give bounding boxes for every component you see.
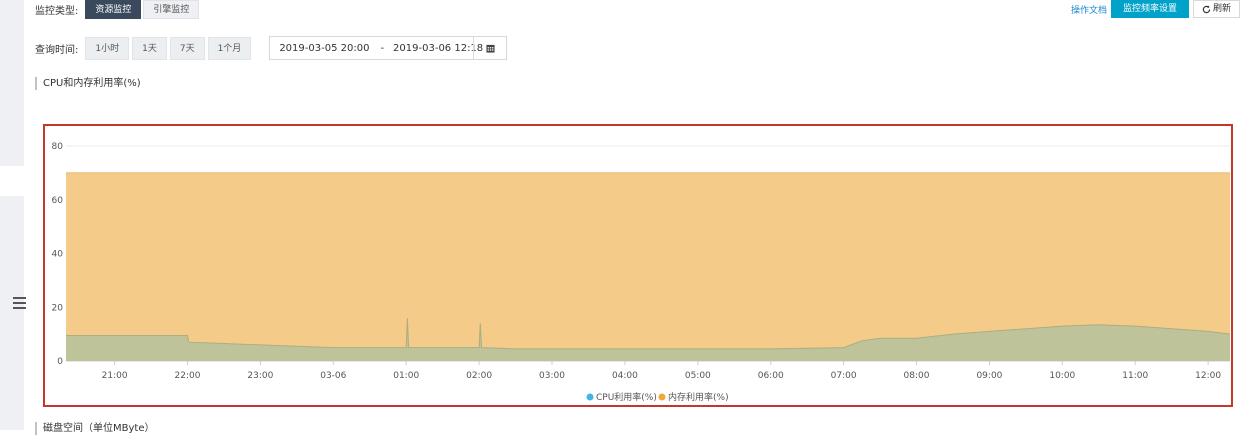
x-tick-label-2: 23:00: [247, 371, 273, 381]
legend-marker-0: [586, 393, 594, 401]
legend-marker-1: [658, 393, 666, 401]
x-tick-label-11: 08:00: [904, 371, 930, 381]
y-tick-label-2: 40: [52, 250, 64, 260]
x-tick-label-12: 09:00: [976, 371, 1002, 381]
menu-toggle-icon[interactable]: [13, 297, 26, 309]
tab-resource-monitor[interactable]: 资源监控: [85, 0, 142, 19]
end-date[interactable]: 2019-03-06 12:18: [393, 43, 483, 54]
x-tick-label-0: 21:00: [102, 371, 128, 381]
range-1-hour[interactable]: 1小时: [85, 36, 130, 60]
x-tick-label-5: 02:00: [466, 371, 492, 381]
x-tick-label-7: 04:00: [612, 371, 638, 381]
range-7-days[interactable]: 7天: [169, 36, 205, 60]
y-tick-label-4: 80: [52, 142, 64, 152]
x-tick-label-3: 03-06: [320, 371, 346, 381]
refresh-button[interactable]: 刷新: [1192, 0, 1240, 18]
legend-label-0[interactable]: CPU利用率(%): [596, 391, 657, 403]
query-time-row: 查询时间: 1小时 1天 7天 1个月 2019-03-05 20:00 - 2…: [35, 36, 508, 60]
cpu-memory-chart: 0 20 40 60 80 21:00 22:00 23:00 03-06 01:00 02:00…: [43, 124, 1233, 407]
x-tick-label-15: 12:00: [1195, 371, 1221, 381]
x-tick-label-9: 06:00: [758, 371, 784, 381]
date-range-picker[interactable]: 2019-03-05 20:00 - 2019-03-06 12:18: [269, 36, 508, 60]
chart-svg: 0 20 40 60 80 21:00 22:00 23:00 03-06 01:00 02:00…: [52, 142, 1231, 403]
monitor-type-row: 监控类型: 资源监控 引擎监控: [35, 0, 200, 19]
y-tick-label-1: 20: [52, 303, 64, 313]
calendar-icon: [486, 44, 495, 53]
refresh-icon: [1202, 5, 1211, 13]
x-tick-label-1: 22:00: [175, 371, 201, 381]
range-1-month[interactable]: 1个月: [207, 36, 252, 60]
toolbar: 操作文档 监控频率设置 刷新: [1071, 0, 1240, 18]
left-sidebar: [0, 0, 24, 430]
refresh-label: 刷新: [1212, 4, 1231, 14]
x-tick-label-8: 05:00: [685, 371, 711, 381]
y-tick-label-0: 0: [57, 357, 63, 367]
y-tick-label-3: 60: [52, 196, 64, 206]
x-tick-label-6: 03:00: [539, 371, 565, 381]
start-date[interactable]: 2019-03-05 20:00: [279, 43, 369, 54]
frequency-settings-button[interactable]: 监控频率设置: [1110, 0, 1189, 18]
calendar-button[interactable]: [473, 37, 506, 59]
disk-section-title: 磁盘空间（单位MByte）: [35, 422, 154, 435]
range-1-day[interactable]: 1天: [132, 36, 167, 60]
query-time-label: 查询时间:: [35, 44, 79, 56]
legend-label-1[interactable]: 内存利用率(%): [668, 391, 729, 403]
x-tick-label-4: 01:00: [393, 371, 419, 381]
cpu-memory-section-title: CPU和内存利用率(%): [35, 77, 141, 90]
y-axis-labels: 0 20 40 60 80: [52, 142, 64, 367]
x-axis-labels: 21:00 22:00 23:00 03-06 01:00 02:00 03:00 04:00…: [102, 361, 1221, 381]
monitor-type-label: 监控类型:: [35, 6, 79, 17]
x-tick-label-10: 07:00: [831, 371, 857, 381]
date-separator: -: [380, 42, 385, 54]
x-tick-label-14: 11:00: [1122, 371, 1148, 381]
chart-legend: CPU利用率(%) 内存利用率(%): [586, 391, 729, 403]
doc-link[interactable]: 操作文档: [1071, 3, 1107, 16]
x-tick-label-13: 10:00: [1049, 371, 1075, 381]
tab-engine-monitor[interactable]: 引擎监控: [143, 0, 200, 19]
sidebar-notch: [0, 166, 24, 196]
